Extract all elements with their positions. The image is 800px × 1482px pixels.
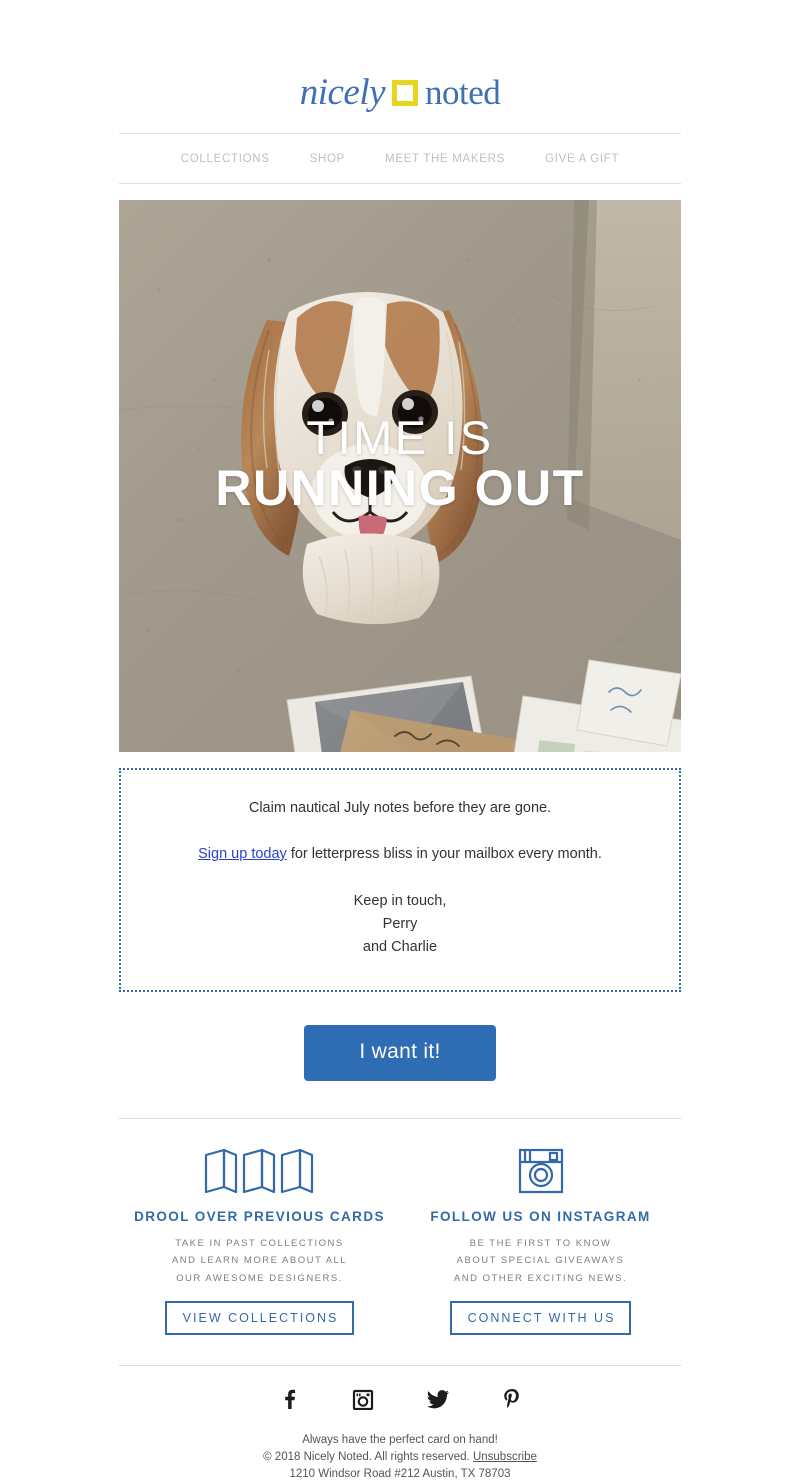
promo-subtext-collections: TAKE IN PAST COLLECTIONS AND LEARN MORE … — [127, 1235, 392, 1288]
message-box: Claim nautical July notes before they ar… — [119, 768, 681, 992]
nav-item-shop[interactable]: SHOP — [290, 153, 365, 165]
message-name-2: and Charlie — [362, 939, 438, 956]
brand-logo[interactable]: nicely noted — [300, 74, 501, 111]
cta-section: I want it! — [0, 992, 800, 1081]
promo-sub-line-2: ABOUT SPECIAL GIVEAWAYS — [456, 1255, 625, 1267]
logo-square-icon — [392, 79, 419, 106]
masthead: nicely noted — [0, 0, 800, 133]
legal-copyright: © 2018 Nicely Noted. All rights reserved… — [0, 1449, 800, 1466]
unsubscribe-link[interactable]: Unsubscribe — [473, 1451, 537, 1463]
instagram-icon[interactable] — [352, 1388, 374, 1411]
hero-image[interactable]: TIME IS RUNNING OUT — [119, 200, 681, 752]
copyright-text: © 2018 Nicely Noted. All rights reserved… — [263, 1450, 473, 1463]
sign-up-today-link[interactable]: Sign up today — [198, 846, 287, 862]
legal-tagline: Always have the perfect card on hand! — [302, 1434, 498, 1447]
main-navigation: COLLECTIONS SHOP MEET THE MAKERS GIVE A … — [119, 133, 681, 184]
message-name: Perry — [382, 916, 418, 933]
message-line-2: Sign up today for letterpress bliss in y… — [151, 844, 649, 865]
logo-word-noted: noted — [425, 73, 501, 112]
message-line-2-rest: for letterpress bliss in your mailbox ev… — [286, 846, 602, 863]
promo-title-collections: DROOL OVER PREVIOUS CARDS — [134, 1208, 385, 1224]
promo-subtext-instagram: BE THE FIRST TO KNOW ABOUT SPECIAL GIVEA… — [408, 1235, 673, 1288]
view-collections-button[interactable]: VIEW COLLECTIONS — [164, 1301, 355, 1336]
email-body: nicely noted COLLECTIONS SHOP MEET THE M… — [0, 0, 800, 1482]
promo-sub-line-1: TAKE IN PAST COLLECTIONS — [175, 1237, 344, 1249]
nav-item-collections[interactable]: COLLECTIONS — [161, 153, 290, 165]
promo-sub-line-1: BE THE FIRST TO KNOW — [469, 1237, 612, 1249]
instagram-outline-icon — [408, 1147, 673, 1195]
promo-sub-line-3: AND OTHER EXCITING NEWS. — [453, 1272, 628, 1284]
promo-title-instagram: FOLLOW US ON INSTAGRAM — [430, 1208, 651, 1224]
message-line-1: Claim nautical July notes before they ar… — [248, 800, 552, 816]
connect-with-us-button[interactable]: CONNECT WITH US — [449, 1301, 632, 1336]
promo-column-collections: DROOL OVER PREVIOUS CARDS TAKE IN PAST C… — [119, 1147, 400, 1336]
twitter-icon[interactable] — [426, 1388, 450, 1410]
social-links — [119, 1366, 681, 1428]
message-signoff: Keep in touch, — [353, 893, 447, 910]
promo-section: DROOL OVER PREVIOUS CARDS TAKE IN PAST C… — [119, 1119, 681, 1336]
promo-sub-line-3: OUR AWESOME DESIGNERS. — [176, 1272, 343, 1284]
nav-item-give-a-gift[interactable]: GIVE A GIFT — [525, 153, 639, 165]
promo-sub-line-2: AND LEARN MORE ABOUT ALL — [171, 1255, 348, 1267]
legal-address: 1210 Windsor Road #212 Austin, TX 78703 — [289, 1467, 511, 1480]
hero-photo-illustration — [119, 200, 681, 752]
promo-column-instagram: FOLLOW US ON INSTAGRAM BE THE FIRST TO K… — [400, 1147, 681, 1336]
legal-footer: Always have the perfect card on hand! © … — [0, 1428, 800, 1482]
i-want-it-button[interactable]: I want it! — [304, 1024, 496, 1081]
nav-item-meet-the-makers[interactable]: MEET THE MAKERS — [365, 153, 525, 165]
logo-word-nicely: nicely — [299, 72, 386, 113]
pinterest-icon[interactable] — [502, 1388, 522, 1410]
open-cards-icon — [127, 1147, 392, 1195]
facebook-icon[interactable] — [278, 1388, 300, 1410]
